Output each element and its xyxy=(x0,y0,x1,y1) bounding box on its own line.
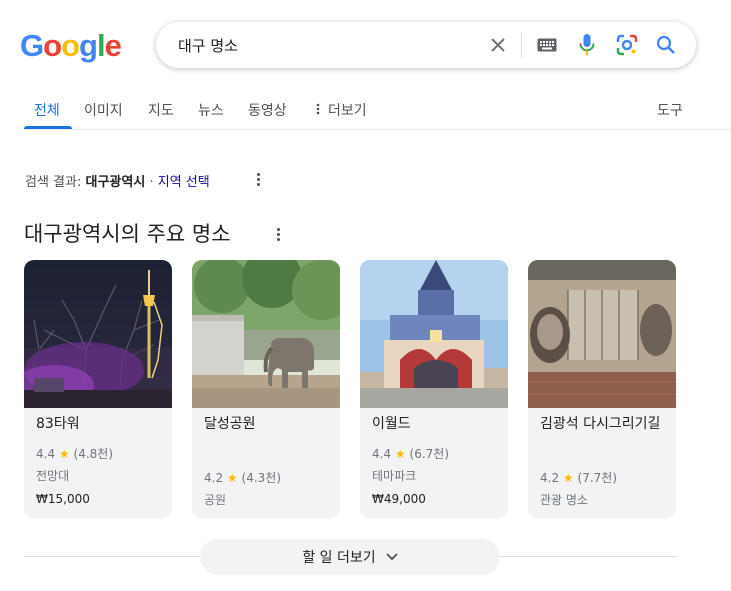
star-icon: ★ xyxy=(58,447,70,461)
tab-news[interactable]: 뉴스 xyxy=(198,100,224,120)
review-count: (6.7천) xyxy=(409,447,450,461)
attraction-name: 달성공원 xyxy=(204,416,256,432)
section-menu-icon[interactable] xyxy=(270,226,286,242)
rating-value: 4.4 xyxy=(36,447,56,461)
logo-letter: e xyxy=(104,28,122,63)
tab-images[interactable]: 이미지 xyxy=(84,100,123,120)
search-input[interactable]: 대구 명소 xyxy=(178,35,238,56)
chevron-down-icon xyxy=(386,549,398,565)
tools-button[interactable]: 도구 xyxy=(657,100,683,120)
attraction-rating: 4.4 ★ (6.7천) xyxy=(372,445,449,462)
attraction-price: ₩15,000 xyxy=(36,492,90,506)
logo-letter: o xyxy=(43,28,62,63)
google-logo[interactable]: Google xyxy=(20,28,122,64)
review-count: (7.7천) xyxy=(577,471,618,485)
attraction-price: ₩49,000 xyxy=(372,492,426,506)
attraction-rating: 4.2 ★ (4.3천) xyxy=(204,469,281,486)
more-things-to-do-button[interactable]: 할 일 더보기 xyxy=(200,539,500,575)
review-count: (4.8천) xyxy=(73,447,114,461)
location-separator: · xyxy=(149,175,154,190)
logo-letter: g xyxy=(79,28,98,63)
attraction-category: 테마파크 xyxy=(372,469,417,483)
attraction-rating: 4.2 ★ (7.7천) xyxy=(540,469,617,486)
star-icon: ★ xyxy=(394,447,406,461)
attraction-name: 김광석 다시그리기길 xyxy=(540,416,661,432)
logo-letter: o xyxy=(61,28,80,63)
section-title: 대구광역시의 주요 명소 xyxy=(24,222,231,246)
keyboard-icon[interactable] xyxy=(535,33,559,57)
tab-all[interactable]: 전체 xyxy=(34,100,60,120)
search-box[interactable]: 대구 명소 xyxy=(156,22,696,68)
location-line: 검색 결과: 대구광역시 · 지역 선택 xyxy=(25,171,210,190)
rating-value: 4.2 xyxy=(540,471,560,485)
logo-letter: l xyxy=(96,28,106,63)
attraction-category: 관광 명소 xyxy=(540,493,588,507)
lens-icon[interactable] xyxy=(615,33,639,57)
attraction-photo xyxy=(528,260,676,408)
location-menu-icon[interactable] xyxy=(250,171,266,187)
search-tabs: 전체 이미지 지도 뉴스 동영상 더보기 도구 xyxy=(24,92,731,130)
tab-videos[interactable]: 동영상 xyxy=(248,100,287,120)
more-vert-icon xyxy=(316,103,322,119)
tab-more-label: 더보기 xyxy=(328,103,367,119)
search-icon[interactable] xyxy=(654,33,678,57)
attraction-rating: 4.4 ★ (4.8천) xyxy=(36,445,113,462)
attraction-photo xyxy=(360,260,508,408)
attraction-card[interactable]: 83타워 4.4 ★ (4.8천) 전망대 ₩15,000 xyxy=(24,260,172,518)
star-icon: ★ xyxy=(562,471,574,485)
attraction-photo xyxy=(24,260,172,408)
attraction-name: 이월드 xyxy=(372,416,411,432)
attraction-category: 공원 xyxy=(204,493,227,507)
tab-more[interactable]: 더보기 xyxy=(316,100,367,120)
choose-area-link[interactable]: 지역 선택 xyxy=(158,175,210,190)
attraction-photo xyxy=(192,260,340,408)
attraction-card[interactable]: 달성공원 4.2 ★ (4.3천) 공원 xyxy=(192,260,340,518)
more-button-label: 할 일 더보기 xyxy=(302,550,376,566)
tab-maps[interactable]: 지도 xyxy=(148,100,174,120)
star-icon: ★ xyxy=(226,471,238,485)
tabs-divider xyxy=(24,129,731,130)
review-count: (4.3천) xyxy=(241,471,282,485)
rating-value: 4.4 xyxy=(372,447,392,461)
attraction-name: 83타워 xyxy=(36,416,80,432)
attraction-category: 전망대 xyxy=(36,469,70,483)
logo-letter: G xyxy=(20,28,44,63)
search-divider xyxy=(521,32,522,58)
attraction-card[interactable]: 김광석 다시그리기길 4.2 ★ (7.7천) 관광 명소 xyxy=(528,260,676,518)
close-icon[interactable] xyxy=(486,33,510,57)
attraction-card[interactable]: 이월드 4.4 ★ (6.7천) 테마파크 ₩49,000 xyxy=(360,260,508,518)
mic-icon[interactable] xyxy=(575,33,599,57)
location-prefix: 검색 결과: xyxy=(25,175,82,190)
location-place: 대구광역시 xyxy=(85,175,146,190)
rating-value: 4.2 xyxy=(204,471,224,485)
